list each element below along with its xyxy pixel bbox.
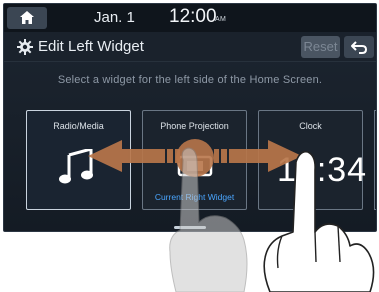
swipe-left-arrow bbox=[88, 140, 180, 172]
pointing-hand-icon bbox=[263, 150, 375, 292]
gesture-overlay bbox=[88, 139, 375, 292]
swipe-right-arrow bbox=[214, 140, 302, 172]
